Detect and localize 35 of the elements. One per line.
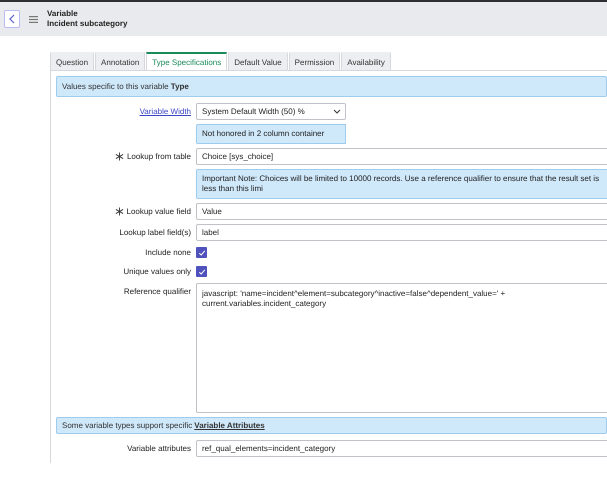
field-label: Lookup label field(s) <box>119 228 191 237</box>
tab[interactable]: Availability <box>341 52 391 70</box>
field-label: Unique values only <box>123 266 191 276</box>
field-label: Reference qualifier <box>124 287 191 296</box>
input-field[interactable]: ref_qual_elements=incident_category <box>196 440 607 457</box>
width-select[interactable]: System Default Width (50) % <box>196 103 346 120</box>
menu-icon[interactable] <box>29 16 38 22</box>
tab[interactable]: Default Value <box>228 52 288 70</box>
field-label: Lookup value field <box>126 207 191 216</box>
input-field[interactable]: Choice [sys_choice] <box>196 148 607 165</box>
chevron-left-icon <box>8 14 16 24</box>
required-icon <box>114 152 124 161</box>
record-name-title: Incident subcategory <box>47 19 128 29</box>
info-text: Values specific to this variable Type <box>62 82 189 91</box>
info-text: Some variable types support specific <box>62 421 192 430</box>
script-textarea[interactable]: javascript: 'name=incident^element=subcategory^inactive=false^dependent_value=' + current.variables.incident_category <box>196 283 607 413</box>
checkbox[interactable] <box>196 266 207 277</box>
variable-attributes-link[interactable]: Variable Attributes <box>194 421 265 430</box>
field-note: Important Note: Choices will be limited to 10000 records. Use a reference qualifier to ensure that the result set is less than this limi <box>196 169 607 199</box>
tab[interactable]: Type Specifications <box>146 52 228 70</box>
record-type-title: Variable <box>47 9 79 19</box>
field-label-link[interactable]: Variable Width <box>140 107 191 116</box>
field-label: Include none <box>145 248 191 256</box>
back-button[interactable] <box>4 10 20 28</box>
tab[interactable]: Annotation <box>95 52 146 70</box>
field-label: Lookup from table <box>126 152 191 161</box>
input-field[interactable]: Value <box>196 203 607 220</box>
required-icon <box>114 207 124 216</box>
checkbox[interactable] <box>196 247 207 258</box>
caret-icon <box>333 109 341 114</box>
input-field[interactable]: label <box>196 224 607 241</box>
field-note: Not honored in 2 column container <box>196 124 346 144</box>
tab[interactable]: Permission <box>288 52 340 70</box>
field-label: Variable attributes <box>127 444 191 453</box>
tab[interactable]: Question <box>50 52 94 70</box>
